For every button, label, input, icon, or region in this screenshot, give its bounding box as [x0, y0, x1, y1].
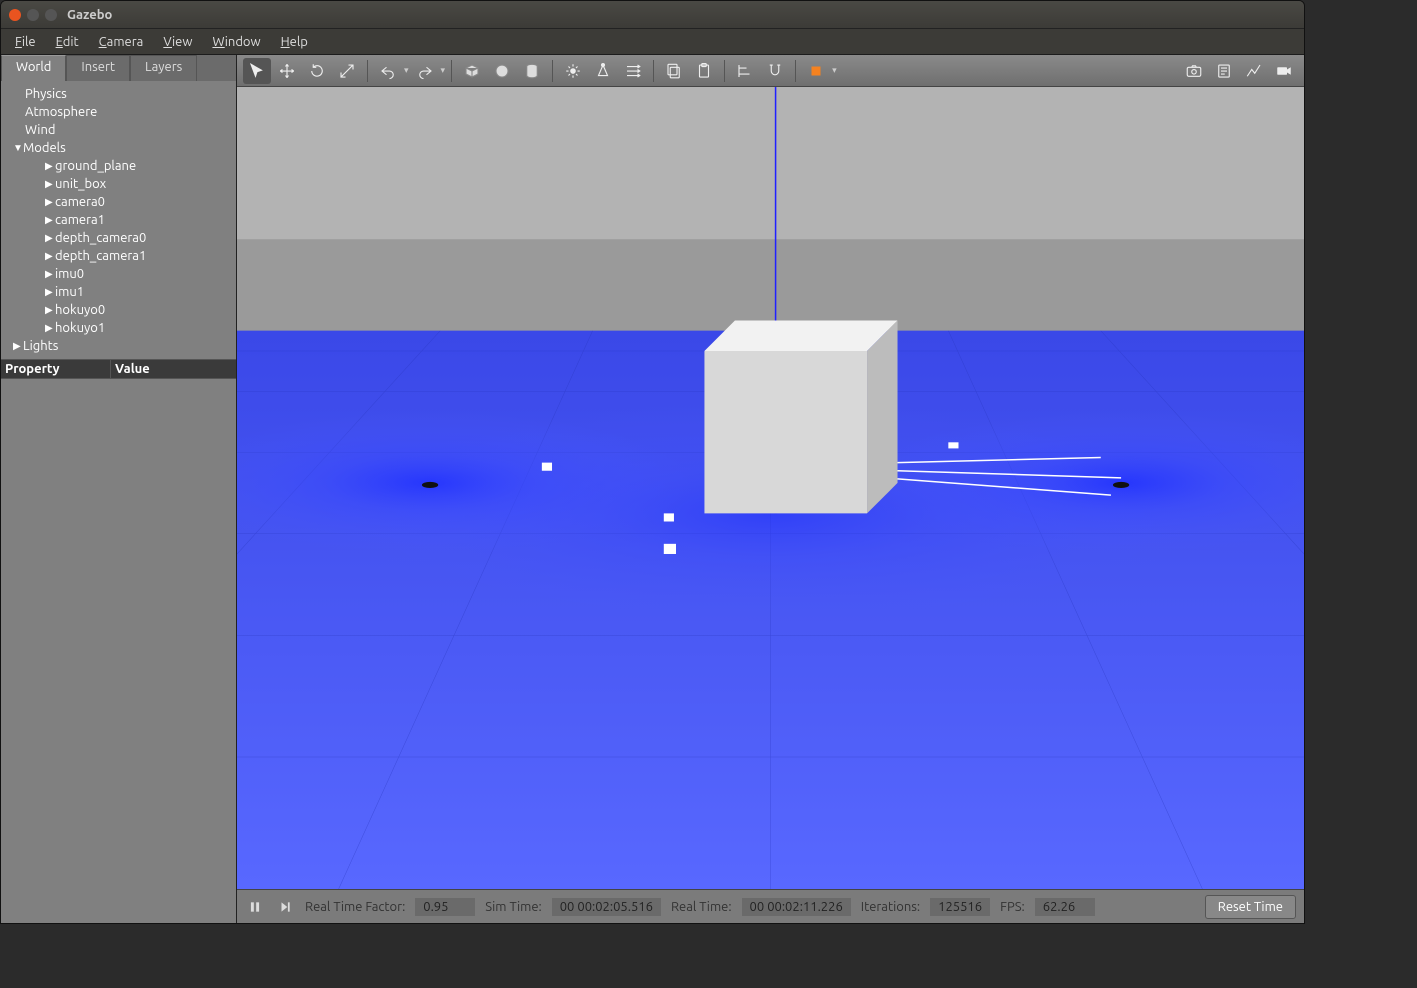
- window-controls: [9, 9, 57, 21]
- record-button[interactable]: [1270, 58, 1298, 84]
- main-area: ▾ ▾ ▾: [237, 55, 1304, 923]
- minimize-button[interactable]: [27, 9, 39, 21]
- view-angle-tool[interactable]: [802, 58, 830, 84]
- property-header: Property Value: [1, 359, 236, 379]
- tree-physics[interactable]: Physics: [1, 85, 236, 103]
- value-col-label: Value: [111, 360, 154, 378]
- tree-model-depth_camera0[interactable]: ▶depth_camera0: [1, 229, 236, 247]
- reset-time-button[interactable]: Reset Time: [1205, 895, 1296, 919]
- screenshot-button[interactable]: [1180, 58, 1208, 84]
- align-tool[interactable]: [731, 58, 759, 84]
- tree-model-depth_camera1[interactable]: ▶depth_camera1: [1, 247, 236, 265]
- window-title: Gazebo: [67, 8, 112, 22]
- menubar: File Edit Camera View Window Help: [1, 29, 1304, 55]
- tree-models[interactable]: ▼Models: [1, 139, 236, 157]
- close-button[interactable]: [9, 9, 21, 21]
- tree-wind[interactable]: Wind: [1, 121, 236, 139]
- cylinder-tool[interactable]: [518, 58, 546, 84]
- world-tree: Physics Atmosphere Wind ▼Models ▶ground_…: [1, 81, 236, 359]
- rotate-tool[interactable]: [303, 58, 331, 84]
- paste-button[interactable]: [690, 58, 718, 84]
- tree-model-imu1[interactable]: ▶imu1: [1, 283, 236, 301]
- fps-label: FPS:: [1000, 900, 1025, 914]
- statusbar: Real Time Factor: 0.95 Sim Time: 00 00:0…: [237, 889, 1304, 923]
- left-panel-tabs: World Insert Layers: [1, 55, 236, 81]
- simtime-value: 00 00:02:05.516: [552, 898, 661, 916]
- copy-button[interactable]: [660, 58, 688, 84]
- tree-atmosphere[interactable]: Atmosphere: [1, 103, 236, 121]
- tree-model-unit_box[interactable]: ▶unit_box: [1, 175, 236, 193]
- viewport-3d[interactable]: [237, 87, 1304, 889]
- simtime-label: Sim Time:: [485, 900, 541, 914]
- unit-box-model: [704, 320, 897, 513]
- redo-button[interactable]: [411, 58, 439, 84]
- tree-model-hokuyo0[interactable]: ▶hokuyo0: [1, 301, 236, 319]
- property-col-label: Property: [1, 360, 111, 378]
- tab-layers[interactable]: Layers: [130, 55, 197, 81]
- scale-tool[interactable]: [333, 58, 361, 84]
- menu-file[interactable]: File: [7, 33, 44, 51]
- titlebar: Gazebo: [1, 1, 1304, 29]
- menu-camera[interactable]: Camera: [91, 33, 152, 51]
- menu-window[interactable]: Window: [204, 33, 268, 51]
- pause-button[interactable]: [245, 897, 265, 917]
- iter-value: 125516: [930, 898, 990, 916]
- tab-world[interactable]: World: [1, 55, 66, 81]
- rtf-value: 0.95: [415, 898, 475, 916]
- point-light-tool[interactable]: [559, 58, 587, 84]
- iter-label: Iterations:: [861, 900, 920, 914]
- select-tool[interactable]: [243, 58, 271, 84]
- translate-tool[interactable]: [273, 58, 301, 84]
- tree-model-hokuyo1[interactable]: ▶hokuyo1: [1, 319, 236, 337]
- toolbar: ▾ ▾ ▾: [237, 55, 1304, 87]
- tree-lights[interactable]: ▶Lights: [1, 337, 236, 355]
- plot-button[interactable]: [1240, 58, 1268, 84]
- tree-model-camera0[interactable]: ▶camera0: [1, 193, 236, 211]
- menu-view[interactable]: View: [155, 33, 200, 51]
- gazebo-window: Gazebo File Edit Camera View Window Help…: [0, 0, 1305, 924]
- directional-light-tool[interactable]: [619, 58, 647, 84]
- rtf-label: Real Time Factor:: [305, 900, 405, 914]
- tree-model-ground_plane[interactable]: ▶ground_plane: [1, 157, 236, 175]
- sphere-tool[interactable]: [488, 58, 516, 84]
- tree-model-imu0[interactable]: ▶imu0: [1, 265, 236, 283]
- tab-insert[interactable]: Insert: [66, 55, 130, 81]
- undo-button[interactable]: [374, 58, 402, 84]
- left-panel: World Insert Layers Physics Atmosphere W…: [1, 55, 237, 923]
- tree-model-camera1[interactable]: ▶camera1: [1, 211, 236, 229]
- fps-value: 62.26: [1035, 898, 1095, 916]
- box-tool[interactable]: [458, 58, 486, 84]
- property-body: [1, 379, 236, 923]
- step-button[interactable]: [275, 897, 295, 917]
- realtime-value: 00 00:02:11.226: [742, 898, 851, 916]
- log-button[interactable]: [1210, 58, 1238, 84]
- realtime-label: Real Time:: [671, 900, 732, 914]
- menu-edit[interactable]: Edit: [48, 33, 87, 51]
- snap-tool[interactable]: [761, 58, 789, 84]
- maximize-button[interactable]: [45, 9, 57, 21]
- spot-light-tool[interactable]: [589, 58, 617, 84]
- menu-help[interactable]: Help: [273, 33, 316, 51]
